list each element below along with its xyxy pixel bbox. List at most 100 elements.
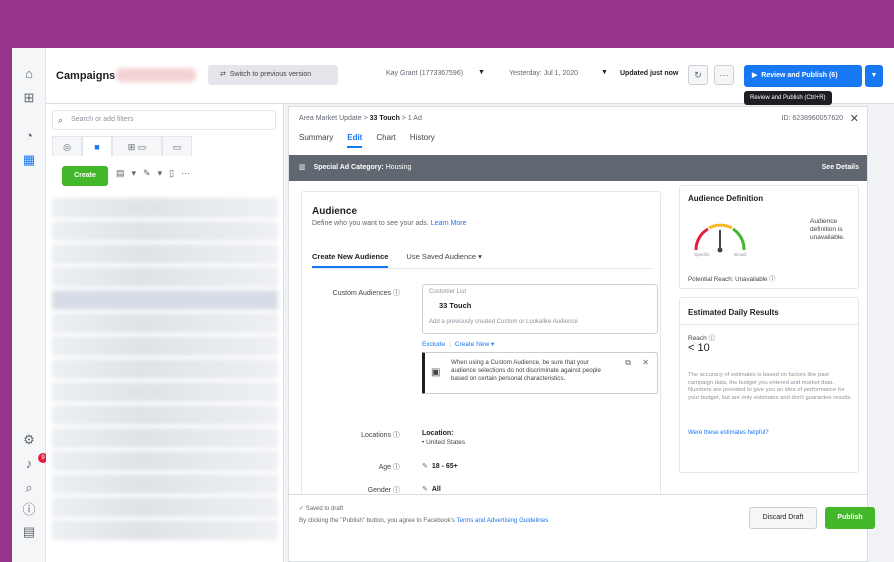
list-item[interactable] bbox=[52, 405, 278, 425]
edit-icon[interactable]: ✎ bbox=[143, 168, 151, 179]
list-item[interactable] bbox=[52, 382, 278, 402]
editor-tabs: Summary Edit Chart History bbox=[299, 133, 435, 148]
discard-draft-button[interactable]: Discard Draft bbox=[749, 507, 817, 529]
list-item[interactable] bbox=[52, 497, 278, 517]
more-button[interactable]: ⋯ bbox=[714, 65, 734, 85]
updated-status: Updated just now bbox=[620, 70, 679, 77]
search-input[interactable]: ⌕ Search or add filters bbox=[52, 110, 276, 130]
publish-button[interactable]: Publish bbox=[825, 507, 875, 529]
create-button[interactable]: Create bbox=[62, 166, 108, 186]
age-value[interactable]: ✎ 18 - 65+ bbox=[422, 462, 458, 470]
breadcrumb-campaign[interactable]: Area Market Update bbox=[299, 115, 362, 122]
tab-history[interactable]: History bbox=[410, 133, 435, 148]
switch-version-button[interactable]: ⇄ Switch to previous version bbox=[208, 65, 338, 85]
list-item[interactable] bbox=[52, 198, 278, 218]
level-tabs: ◎ ■ ⊞ ▭ ▭ bbox=[52, 136, 192, 156]
date-selector[interactable]: Yesterday: Jul 1, 2020 bbox=[509, 70, 578, 77]
campaign-list-panel: ⌕ Search or add filters ◎ ■ ⊞ ▭ ▭ Create … bbox=[46, 104, 284, 562]
nav-rail: ⌂ ⊞ ◔ ▦ ⚙ ♪ 9 ⌕ ⓘ ▤ bbox=[12, 48, 48, 562]
chevron-down-icon[interactable]: ▼ bbox=[601, 69, 608, 76]
list-item[interactable] bbox=[52, 336, 278, 356]
card-title: Estimated Daily Results bbox=[688, 308, 779, 317]
close-icon[interactable]: ✕ bbox=[642, 358, 649, 367]
search-icon: ⌕ bbox=[58, 115, 64, 125]
breadcrumb-ad[interactable]: 1 Ad bbox=[408, 115, 422, 122]
list-item[interactable] bbox=[52, 520, 278, 540]
list-item[interactable] bbox=[52, 313, 278, 333]
chevron-down-icon[interactable]: ▼ bbox=[478, 69, 485, 76]
tab-summary[interactable]: Summary bbox=[299, 133, 333, 148]
chevron-down-icon[interactable]: ▾ bbox=[158, 168, 163, 179]
more-icon[interactable]: ⋯ bbox=[181, 168, 190, 179]
top-bar: Campaigns ⇄ Switch to previous version Ka… bbox=[46, 48, 894, 105]
list-item[interactable] bbox=[52, 267, 278, 287]
info-icon: ▣ bbox=[431, 367, 441, 378]
list-item[interactable] bbox=[52, 474, 278, 494]
tab-edit[interactable]: Edit bbox=[347, 133, 363, 148]
report-icon[interactable]: ▤ bbox=[21, 524, 37, 540]
list-item[interactable] bbox=[52, 428, 278, 448]
custom-audience-field[interactable]: Customer List 33 Touch Add a previously … bbox=[422, 284, 658, 334]
campaign-list bbox=[52, 198, 278, 558]
list-item[interactable] bbox=[52, 359, 278, 379]
list-item[interactable] bbox=[52, 451, 278, 471]
delete-icon[interactable]: ▯ bbox=[169, 168, 174, 179]
exclude-link[interactable]: Exclude bbox=[422, 341, 445, 348]
learn-more-link[interactable]: Learn More bbox=[431, 220, 467, 227]
edit-icon: ✎ bbox=[422, 486, 428, 493]
reach-label: Reach ⓘ bbox=[688, 335, 716, 342]
saved-status: ✓ Saved to draft bbox=[299, 506, 344, 512]
tab-chart[interactable]: Chart bbox=[376, 133, 396, 148]
chevron-down-icon[interactable]: ▾ bbox=[132, 168, 137, 179]
grid-icon[interactable]: ⊞ bbox=[21, 90, 37, 106]
review-tooltip: Review and Publish (Ctrl+R) bbox=[744, 91, 832, 105]
audience-chip[interactable]: 33 Touch bbox=[439, 301, 471, 310]
settings-icon[interactable]: ⚙ bbox=[21, 432, 37, 448]
gauge-icon[interactable]: ◔ bbox=[21, 128, 37, 144]
copy-icon[interactable]: ⧉ bbox=[625, 358, 631, 368]
location-value[interactable]: Location: • United States bbox=[422, 430, 465, 446]
audience-tabs: Create New Audience Use Saved Audience ▾ bbox=[312, 252, 482, 268]
duplicate-icon[interactable]: ▤ bbox=[116, 168, 125, 179]
list-item[interactable] bbox=[52, 244, 278, 264]
ads-tab[interactable]: ▭ bbox=[162, 136, 192, 156]
app-window: ⌂ ⊞ ◔ ▦ ⚙ ♪ 9 ⌕ ⓘ ▤ Campaigns ⇄ Switch to … bbox=[12, 48, 894, 562]
review-dropdown-button[interactable]: ▼ bbox=[865, 65, 883, 87]
breadcrumb-adset[interactable]: 33 Touch bbox=[370, 115, 400, 122]
disclaimer: The accuracy of estimates is based on fa… bbox=[688, 372, 852, 401]
adsets-tab[interactable]: ⊞ ▭ bbox=[112, 136, 162, 156]
review-publish-button[interactable]: ▶ Review and Publish (6) bbox=[744, 65, 862, 87]
see-details-link[interactable]: See Details bbox=[822, 155, 859, 181]
bell-icon[interactable]: ♪ 9 bbox=[21, 453, 48, 472]
feedback-link[interactable]: Were these estimates helpful? bbox=[688, 430, 769, 436]
campaigns-tab[interactable]: ■ bbox=[82, 136, 112, 156]
list-item[interactable] bbox=[52, 290, 278, 310]
search-icon[interactable]: ⌕ bbox=[21, 480, 37, 496]
age-label: Age ⓘ bbox=[378, 464, 400, 471]
tab-create-audience[interactable]: Create New Audience bbox=[312, 252, 389, 268]
terms-link[interactable]: Terms and Advertising Guidelines bbox=[457, 517, 549, 524]
list-item[interactable] bbox=[52, 221, 278, 241]
divider bbox=[680, 324, 858, 325]
account-selector[interactable]: Kay Grant (1773367596) bbox=[386, 70, 463, 77]
building-icon: ▥ bbox=[299, 164, 306, 171]
terms-text: By clicking the "Publish" button, you ag… bbox=[299, 517, 549, 524]
help-icon[interactable]: ⓘ bbox=[21, 502, 37, 518]
redacted-name bbox=[116, 68, 196, 82]
audience-definition-card: Audience Definition Specific Broad Audie… bbox=[679, 185, 859, 289]
refresh-button[interactable]: ↻ bbox=[688, 65, 708, 85]
audience-type: Customer List bbox=[429, 289, 467, 295]
gender-value[interactable]: ✎ All bbox=[422, 485, 441, 493]
special-category-banner: ▥ Special Ad Category: Housing See Detai… bbox=[289, 155, 867, 181]
table-icon[interactable]: ▦ bbox=[21, 152, 37, 168]
section-subtitle: Define who you want to see your ads. Lea… bbox=[312, 220, 467, 227]
tab-saved-audience[interactable]: Use Saved Audience ▾ bbox=[406, 252, 481, 268]
home-icon[interactable]: ⌂ bbox=[21, 66, 37, 82]
ad-id: ID: 6238960057620 bbox=[781, 115, 844, 122]
section-title: Audience bbox=[312, 206, 358, 217]
create-new-link[interactable]: Create New ▾ bbox=[455, 341, 494, 348]
account-overview-tab[interactable]: ◎ bbox=[52, 136, 82, 156]
close-icon[interactable]: ✕ bbox=[850, 112, 859, 125]
audience-search-input[interactable]: Add a previously created Custom or Looka… bbox=[429, 319, 578, 325]
locations-label: Locations ⓘ bbox=[361, 432, 400, 439]
